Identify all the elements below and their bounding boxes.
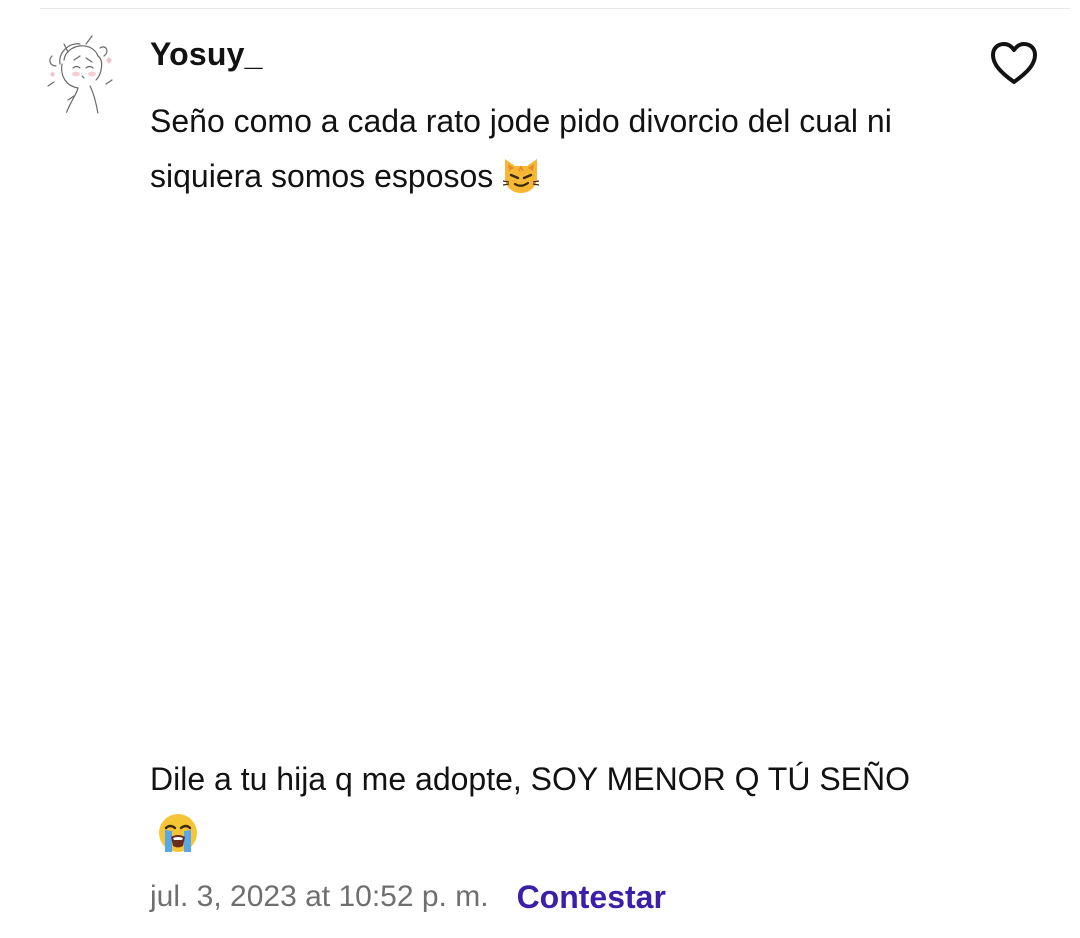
- comment-reply-text: Dile a tu hija q me adopte, SOY MENOR Q …: [150, 752, 910, 862]
- comment-meta: jul. 3, 2023 at 10:52 p. m. Contestar: [150, 874, 666, 920]
- top-divider: [40, 8, 1070, 9]
- heart-icon: [991, 42, 1037, 84]
- loudly-crying-face-icon: [159, 814, 197, 852]
- comment-text: Seño como a cada rato jode pido divorcio…: [150, 94, 910, 204]
- avatar-sketch-icon: [47, 35, 113, 115]
- reply-button[interactable]: Contestar: [517, 879, 666, 916]
- like-button[interactable]: [988, 40, 1040, 88]
- username[interactable]: Yosuy_: [150, 36, 263, 73]
- comment-reply-text-part: Dile a tu hija q me adopte, SOY MENOR Q …: [150, 761, 910, 797]
- timestamp: jul. 3, 2023 at 10:52 p. m.: [150, 880, 489, 913]
- smirking-cat-icon: [503, 159, 540, 193]
- avatar[interactable]: [40, 30, 126, 116]
